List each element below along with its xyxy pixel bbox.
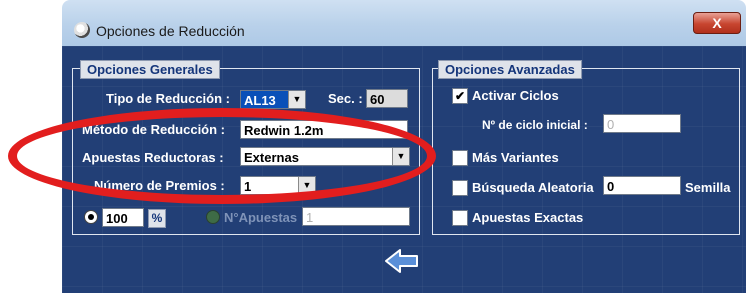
numero-premios-value: 1 <box>244 179 252 194</box>
apuestas-reductoras-value: Externas <box>244 150 299 165</box>
metodo-reduccion-label: Método de Reducción : <box>82 122 225 137</box>
ciclo-inicial-field[interactable]: 0 <box>603 114 681 133</box>
tipo-reduccion-label: Tipo de Reducción : <box>106 91 230 106</box>
busqueda-aleatoria-checkbox[interactable] <box>452 180 468 196</box>
percent-sign: % <box>148 209 166 228</box>
napuestas-field[interactable]: 1 <box>302 207 410 226</box>
title-bar: Opciones de Reducción X <box>62 0 746 46</box>
busqueda-aleatoria-field[interactable]: 0 <box>603 176 681 195</box>
sec-label: Sec. : <box>328 91 363 106</box>
busqueda-aleatoria-label: Búsqueda Aleatoria <box>472 180 594 195</box>
tipo-reduccion-select[interactable]: AL13 ▼ <box>240 90 306 109</box>
check-icon: ✔ <box>454 89 466 103</box>
ciclo-inicial-label: Nº de ciclo inicial : <box>482 118 588 132</box>
chevron-down-icon[interactable]: ▼ <box>392 148 409 165</box>
apuestas-exactas-label: Apuestas Exactas <box>472 210 584 225</box>
mas-variantes-checkbox[interactable] <box>452 150 468 166</box>
apuestas-reductoras-select[interactable]: Externas ▼ <box>240 147 410 166</box>
porcentaje-field[interactable]: 100 <box>102 208 144 227</box>
chevron-down-icon[interactable]: ▼ <box>298 177 315 194</box>
window-title: Opciones de Reducción <box>96 23 245 39</box>
apuestas-reductoras-label: Apuestas Reductoras : <box>82 150 224 165</box>
apuestas-exactas-checkbox[interactable] <box>452 210 468 226</box>
options-window: Opciones de Reducción X Opciones General… <box>62 0 746 293</box>
mas-variantes-label: Más Variantes <box>472 150 559 165</box>
tipo-reduccion-value: AL13 <box>244 93 276 108</box>
porcentaje-radio[interactable] <box>84 210 98 224</box>
activar-ciclos-checkbox[interactable]: ✔ <box>452 88 468 104</box>
numero-premios-select[interactable]: 1 ▼ <box>240 176 316 195</box>
close-button[interactable]: X <box>693 12 741 34</box>
numero-premios-label: Número de Premios : <box>94 178 225 193</box>
activar-ciclos-label: Activar Ciclos <box>472 88 559 103</box>
general-options-title: Opciones Generales <box>80 60 220 79</box>
advanced-options-title: Opciones Avanzadas <box>438 60 582 79</box>
napuestas-label: N°Apuestas <box>224 210 298 225</box>
dialog-body: Opciones Generales Tipo de Reducción : A… <box>62 46 746 293</box>
semilla-label: Semilla <box>685 180 731 195</box>
app-icon <box>74 22 90 38</box>
chevron-down-icon[interactable]: ▼ <box>288 91 305 108</box>
metodo-reduccion-field[interactable]: Redwin 1.2m <box>240 120 408 139</box>
napuestas-radio[interactable] <box>206 210 220 224</box>
back-arrow-icon[interactable] <box>384 248 420 274</box>
sec-field[interactable]: 60 <box>366 89 408 108</box>
